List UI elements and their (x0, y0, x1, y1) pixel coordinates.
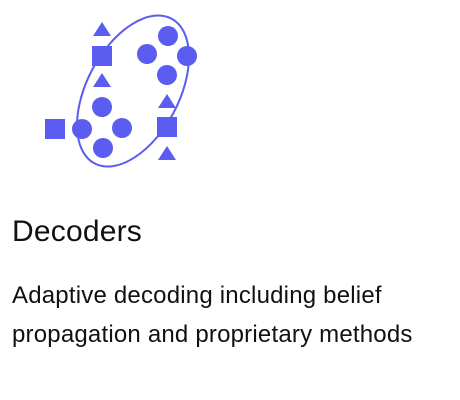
feature-card: Decoders Adaptive decoding including bel… (0, 0, 460, 400)
decoder-graph-icon (45, 14, 197, 168)
card-description: Adaptive decoding including belief propa… (12, 282, 413, 348)
card-title: Decoders (12, 215, 142, 248)
